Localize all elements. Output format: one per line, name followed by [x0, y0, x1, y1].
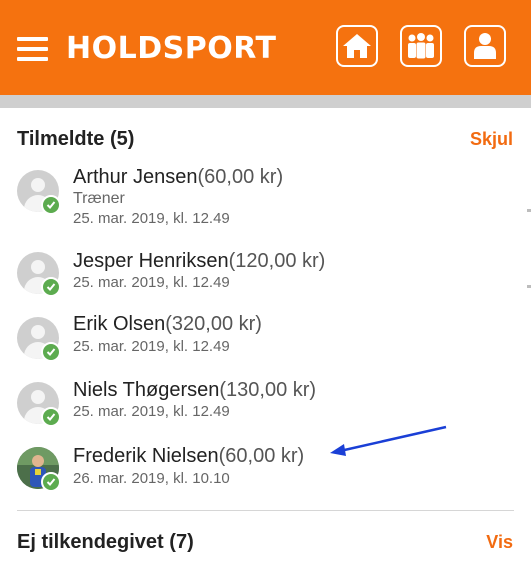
- member-name: Jesper Henriksen: [73, 250, 229, 272]
- signed-up-title: Tilmeldte: [17, 128, 105, 150]
- member-name: Arthur Jensen: [73, 166, 198, 188]
- header-shadow: [0, 95, 531, 108]
- member-timestamp: 25. mar. 2019, kl. 12.49: [73, 338, 230, 355]
- member-name: Niels Thøgersen: [73, 379, 220, 401]
- member-amount: (60,00 kr): [197, 166, 284, 188]
- member-amount: (320,00 kr): [165, 313, 262, 335]
- member-timestamp: 25. mar. 2019, kl. 12.49: [73, 274, 230, 291]
- member-timestamp: 25. mar. 2019, kl. 12.49: [73, 403, 230, 420]
- member-timestamp: 26. mar. 2019, kl. 10.10: [73, 470, 230, 487]
- profile-icon: [474, 33, 496, 59]
- check-icon: [41, 277, 61, 297]
- check-icon: [41, 195, 61, 215]
- member-amount: (60,00 kr): [218, 445, 305, 467]
- team-button[interactable]: [400, 25, 442, 67]
- check-icon: [41, 472, 61, 492]
- member-name: Frederik Nielsen: [73, 445, 219, 467]
- holdsport-logo: HOLDSPORT: [66, 31, 277, 66]
- check-icon: [41, 342, 61, 362]
- section-divider: [17, 510, 514, 511]
- show-button[interactable]: Vis: [486, 532, 513, 553]
- scroll-edge-mark: [527, 285, 531, 288]
- annotation-arrow-icon: [330, 425, 447, 456]
- home-button[interactable]: [336, 25, 378, 67]
- undecided-header: Ej tilkendegivet (7): [17, 531, 194, 554]
- member-name-line: Frederik Nielsen(60,00 kr): [73, 445, 304, 468]
- member-name-line: Erik Olsen(320,00 kr): [73, 313, 262, 336]
- signed-up-count: (5): [110, 128, 135, 150]
- member-role: Træner: [73, 190, 125, 207]
- home-icon: [343, 34, 371, 58]
- member-name-line: Arthur Jensen(60,00 kr): [73, 166, 283, 189]
- profile-button[interactable]: [464, 25, 506, 67]
- member-name: Erik Olsen: [73, 313, 166, 335]
- undecided-count: (7): [169, 531, 194, 553]
- member-amount: (130,00 kr): [219, 379, 317, 401]
- undecided-title: Ej tilkendegivet: [17, 531, 164, 553]
- member-name-line: Niels Thøgersen(130,00 kr): [73, 379, 316, 402]
- hide-button[interactable]: Skjul: [470, 129, 513, 150]
- menu-icon[interactable]: [17, 37, 48, 61]
- member-timestamp: 25. mar. 2019, kl. 12.49: [73, 210, 230, 227]
- scroll-edge-mark: [527, 209, 531, 212]
- check-icon: [41, 407, 61, 427]
- member-name-line: Jesper Henriksen(120,00 kr): [73, 250, 325, 273]
- signed-up-header: Tilmeldte (5): [17, 128, 134, 151]
- team-icon: [408, 33, 434, 59]
- top-bar: HOLDSPORT: [0, 0, 531, 95]
- member-amount: (120,00 kr): [228, 250, 326, 272]
